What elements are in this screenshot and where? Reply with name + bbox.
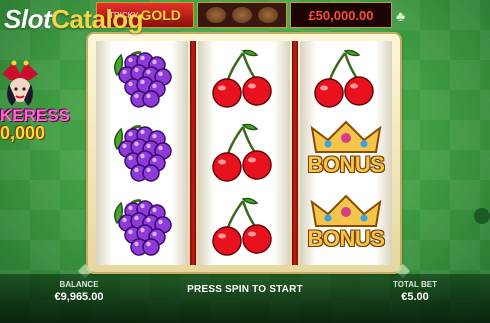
bonus-crown-wrap: BONUS [304,192,388,262]
total-bet-label: TOTAL BET [393,280,437,289]
footer-bar: BALANCE €9,965.00 PRESS SPIN TO START TO… [0,274,490,323]
cherries-symbol [198,191,290,263]
cherries-icon [212,49,272,108]
bonus-symbol: BONUS [300,191,392,263]
reel-1 [96,41,188,265]
reel-frame: BONUS BONUS [88,34,400,272]
promo-prize: 0,000 [0,123,46,143]
jackpot-progress-coins [197,2,287,28]
cherries-symbol [300,43,392,115]
coin-icon [232,7,252,23]
reel-2 [198,41,290,265]
jackpot-name: GOLD [140,7,181,23]
grapes-icon [114,51,172,108]
site-watermark: SlotCatalog [4,4,143,35]
grapes-symbol [96,117,188,189]
joker-character-icon [2,60,38,106]
reel-separator [292,41,298,265]
grapes-icon [114,125,172,182]
reel-3: BONUS BONUS [300,41,392,265]
bonus-label: BONUS [307,152,385,177]
jackpot-amount: £50,000.00 [290,2,392,28]
club-icon[interactable]: ♣ [396,8,405,24]
bonus-symbol: BONUS [300,117,392,189]
balance-display: BALANCE €9,965.00 [44,280,114,303]
cherries-icon [314,49,374,108]
coin-icon [258,7,278,23]
total-bet-value: €5.00 [401,291,429,303]
bonus-crown-wrap: BONUS [304,118,388,188]
grapes-symbol [96,191,188,263]
reel-separator [190,41,196,265]
grapes-icon [114,199,172,256]
bonus-label: BONUS [307,226,385,251]
spin-prompt: PRESS SPIN TO START [187,284,303,295]
cherries-icon [212,197,272,256]
watermark-slot: Slot [4,4,52,34]
side-promo: KERESS 0,000 [0,60,90,150]
watermark-catalog: Catalog [51,4,143,34]
cherries-symbol [198,43,290,115]
balance-value: €9,965.00 [54,291,104,303]
cherries-symbol [198,117,290,189]
cherries-icon [212,123,272,182]
gear-icon[interactable] [474,208,490,224]
coin-icon [206,7,226,23]
grapes-symbol [96,43,188,115]
total-bet-display[interactable]: TOTAL BET €5.00 [378,280,452,303]
balance-label: BALANCE [59,280,99,289]
